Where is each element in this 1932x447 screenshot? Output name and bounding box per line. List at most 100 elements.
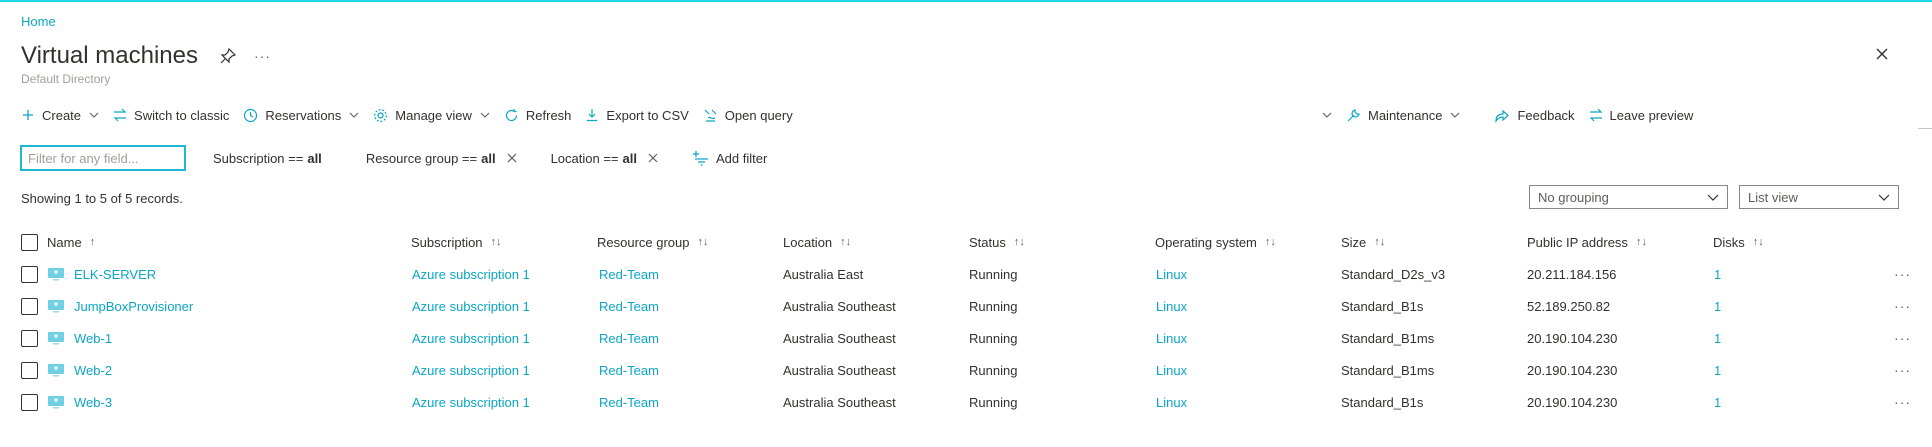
page-title: Virtual machines	[21, 42, 198, 69]
column-public-ip[interactable]: Public IP address ↑↓	[1527, 226, 1647, 258]
column-subscription[interactable]: Subscription ↑↓	[411, 226, 502, 258]
column-size-label: Size	[1341, 234, 1367, 250]
divider	[1918, 128, 1932, 129]
table-row[interactable]: Web-2 Azure subscription 1 Red-Team Aust…	[21, 354, 1932, 386]
row-more-icon[interactable]: ···	[1894, 290, 1911, 322]
subscription-link[interactable]: Azure subscription 1	[412, 322, 530, 354]
public-ip-cell[interactable]: 20.190.104.230	[1527, 386, 1617, 418]
location-filter-value: all	[622, 150, 637, 166]
subscription-link[interactable]: Azure subscription 1	[412, 386, 530, 418]
size-cell: Standard_B1ms	[1341, 362, 1435, 378]
grouping-select[interactable]: No grouping	[1529, 185, 1728, 209]
column-location[interactable]: Location ↑↓	[783, 226, 851, 258]
filter-input[interactable]	[20, 145, 186, 171]
column-name[interactable]: Name ↑	[47, 226, 95, 258]
query-icon	[704, 109, 717, 122]
breadcrumb-home[interactable]: Home	[21, 14, 56, 29]
resource-group-link[interactable]: Red-Team	[599, 322, 659, 354]
leave-preview-button[interactable]: Leave preview	[1589, 107, 1694, 123]
reservations-button[interactable]: Reservations	[243, 108, 359, 123]
row-checkbox[interactable]	[21, 297, 38, 315]
row-more-icon[interactable]: ···	[1894, 354, 1911, 386]
column-os-label: Operating system	[1155, 234, 1257, 250]
vm-name-link[interactable]: Web-1	[74, 331, 112, 346]
export-csv-button[interactable]: Export to CSV	[585, 107, 689, 123]
close-icon[interactable]	[647, 152, 659, 164]
view-select[interactable]: List view	[1739, 185, 1899, 209]
resource-group-link[interactable]: Red-Team	[599, 258, 659, 290]
table-row[interactable]: ELK-SERVER Azure subscription 1 Red-Team…	[21, 258, 1932, 290]
vm-name-link[interactable]: JumpBoxProvisioner	[74, 299, 193, 314]
feedback-button[interactable]: Feedback	[1494, 108, 1575, 123]
row-checkbox[interactable]	[21, 361, 38, 379]
resource-group-link[interactable]: Red-Team	[599, 386, 659, 418]
sort-icon: ↑	[89, 236, 96, 248]
row-more-icon[interactable]: ···	[1894, 258, 1911, 290]
sort-icon: ↑↓	[1013, 236, 1025, 248]
column-resource-group[interactable]: Resource group ↑↓	[597, 226, 709, 258]
public-ip-cell[interactable]: 20.190.104.230	[1527, 322, 1617, 354]
sort-icon: ↑↓	[1635, 236, 1647, 248]
vm-icon	[48, 332, 64, 345]
add-filter-button[interactable]: Add filter	[692, 150, 767, 166]
row-checkbox[interactable]	[21, 329, 38, 347]
column-os[interactable]: Operating system ↑↓	[1155, 226, 1276, 258]
row-checkbox[interactable]	[21, 265, 38, 283]
chevron-down-icon	[1878, 194, 1890, 201]
column-location-label: Location	[783, 234, 833, 250]
sort-icon: ↑↓	[490, 236, 502, 248]
chevron-down-icon	[1707, 194, 1719, 201]
public-ip-cell[interactable]: 52.189.250.82	[1527, 290, 1610, 322]
public-ip-cell[interactable]: 20.190.104.230	[1527, 354, 1617, 386]
column-disks[interactable]: Disks ↑↓	[1713, 226, 1764, 258]
close-icon[interactable]	[506, 152, 518, 164]
table-row[interactable]: JumpBoxProvisioner Azure subscription 1 …	[21, 290, 1932, 322]
public-ip-cell[interactable]: 20.211.184.156	[1527, 258, 1616, 290]
status-cell: Running	[969, 266, 1018, 282]
pin-icon[interactable]	[220, 48, 236, 64]
row-checkbox[interactable]	[21, 393, 38, 411]
table-row[interactable]: Web-1 Azure subscription 1 Red-Team Aust…	[21, 322, 1932, 354]
size-cell: Standard_D2s_v3	[1341, 266, 1446, 282]
chevron-down-icon[interactable]	[1322, 110, 1332, 120]
close-icon[interactable]	[1872, 44, 1892, 64]
disks-cell[interactable]: 1	[1714, 322, 1721, 354]
column-status[interactable]: Status ↑↓	[969, 226, 1025, 258]
table-row[interactable]: Web-3 Azure subscription 1 Red-Team Aust…	[21, 386, 1932, 418]
disks-cell[interactable]: 1	[1714, 354, 1721, 386]
disks-cell[interactable]: 1	[1714, 290, 1721, 322]
subscription-link[interactable]: Azure subscription 1	[412, 258, 530, 290]
status-cell: Running	[969, 362, 1018, 378]
maintenance-button[interactable]: Maintenance	[1346, 108, 1460, 123]
vm-name-link[interactable]: Web-3	[74, 395, 112, 410]
resource-group-filter-pill[interactable]: Resource group == all	[366, 151, 518, 166]
vm-icon	[48, 396, 64, 409]
subscription-link[interactable]: Azure subscription 1	[412, 354, 530, 386]
row-more-icon[interactable]: ···	[1894, 322, 1911, 354]
switch-classic-button[interactable]: Switch to classic	[113, 108, 229, 123]
more-options-icon[interactable]: ···	[254, 48, 271, 64]
create-button[interactable]: Create	[21, 108, 99, 123]
vm-name-link[interactable]: Web-2	[74, 363, 112, 378]
location-filter-pill[interactable]: Location == all	[551, 151, 659, 166]
select-all-checkbox[interactable]	[21, 233, 38, 251]
row-more-icon[interactable]: ···	[1894, 386, 1911, 418]
top-accent-line	[0, 0, 1932, 2]
column-size[interactable]: Size ↑↓	[1341, 226, 1385, 258]
sort-icon: ↑↓	[840, 236, 852, 248]
subscription-link[interactable]: Azure subscription 1	[412, 290, 530, 322]
vm-name-link[interactable]: ELK-SERVER	[74, 267, 156, 282]
manage-view-button[interactable]: Manage view	[373, 108, 490, 123]
subscription-filter-pill[interactable]: Subscription == all	[213, 151, 322, 166]
column-name-label: Name	[47, 234, 82, 250]
disks-cell[interactable]: 1	[1714, 386, 1721, 418]
os-cell: Linux	[1156, 298, 1188, 314]
refresh-button[interactable]: Refresh	[504, 108, 571, 123]
disks-cell[interactable]: 1	[1714, 258, 1721, 290]
resource-group-link[interactable]: Red-Team	[599, 354, 659, 386]
open-query-button[interactable]: Open query	[703, 108, 793, 123]
records-count: Showing 1 to 5 of 5 records.	[21, 191, 183, 206]
export-csv-label: Export to CSV	[606, 107, 689, 123]
leave-preview-label: Leave preview	[1609, 107, 1694, 123]
resource-group-link[interactable]: Red-Team	[599, 290, 659, 322]
